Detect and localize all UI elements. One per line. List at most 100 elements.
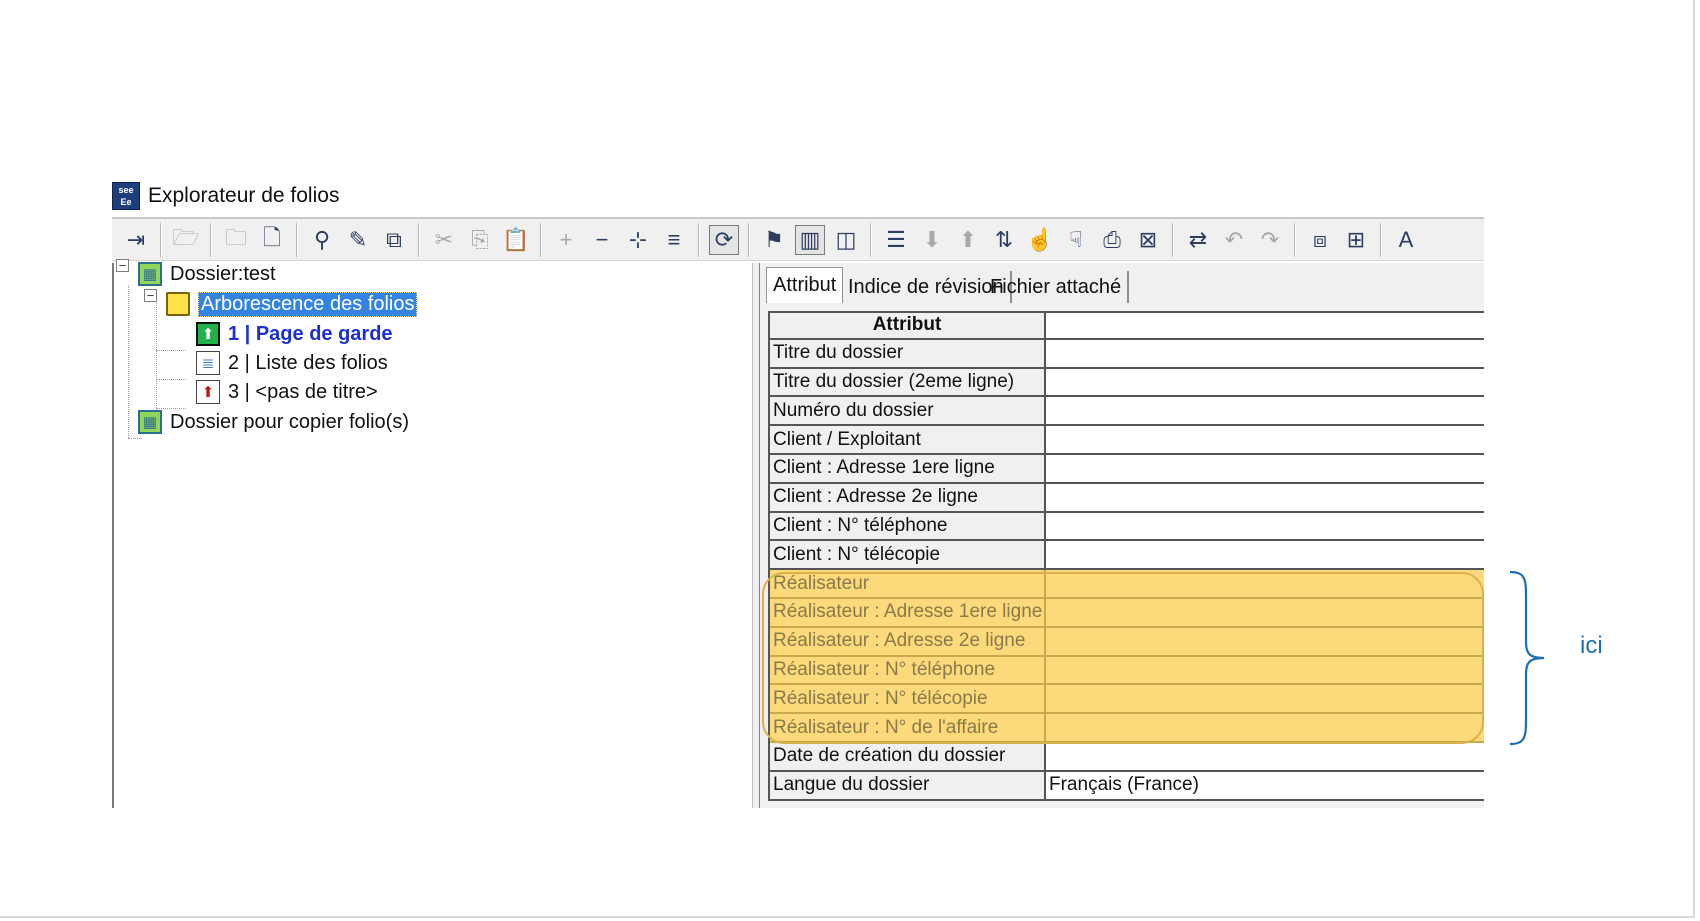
attribute-value-cell[interactable]: [1046, 512, 1484, 542]
copy-button[interactable]: ⎘: [465, 225, 495, 255]
minus-button[interactable]: −: [587, 225, 617, 255]
grid-row[interactable]: Date de création du dossier: [770, 742, 1484, 772]
new-page-button[interactable]: 🗋: [257, 225, 287, 255]
paste-button[interactable]: 📋: [501, 225, 531, 255]
sync-icon: ⇄: [1188, 226, 1208, 252]
attribute-name-cell: Réalisateur : N° téléphone: [770, 656, 1046, 686]
attribute-value-cell[interactable]: [1046, 714, 1484, 743]
attribute-value-cell[interactable]: [1046, 397, 1484, 427]
copy-pages-icon: ⧉: [386, 226, 402, 252]
move-down-button[interactable]: ⬇: [917, 225, 947, 255]
columns-view-icon: ▥: [799, 226, 821, 252]
list-indent-button[interactable]: ☰: [881, 225, 911, 255]
hand-up-button[interactable]: ☝: [1025, 225, 1055, 255]
attribute-value-cell[interactable]: [1046, 454, 1484, 484]
redo-icon: ↷: [1260, 226, 1280, 252]
panel-splitter[interactable]: [752, 263, 760, 808]
paste-icon: 📋: [502, 226, 530, 252]
attribute-name-cell: Réalisateur : Adresse 1ere ligne: [770, 598, 1046, 628]
align-icon: ≡: [667, 226, 681, 252]
move-up-button[interactable]: ⬆: [953, 225, 983, 255]
attribute-value-cell[interactable]: [1046, 685, 1484, 715]
tree-node-page-2[interactable]: ≣ 2 | Liste des folios: [196, 348, 388, 378]
grid-row[interactable]: Réalisateur : Adresse 1ere ligne: [770, 598, 1484, 628]
tree-collapse-toggle[interactable]: −: [116, 259, 129, 272]
attribute-value-cell[interactable]: [1046, 656, 1484, 686]
folder-button[interactable]: 🗀: [221, 225, 251, 255]
tab-fichier-attache[interactable]: Fichier attaché: [984, 271, 1130, 303]
tree-node-root[interactable]: ▦ Dossier:test: [138, 259, 276, 289]
font-button[interactable]: A: [1391, 225, 1421, 255]
tree-node-page-3[interactable]: ⬆ 3 | <pas de titre>: [196, 377, 378, 407]
insert-level-button[interactable]: ⊹: [623, 225, 653, 255]
grid-row[interactable]: Client : N° télécopie: [770, 541, 1484, 571]
tree-node-copy-folder[interactable]: ▦ Dossier pour copier folio(s): [138, 407, 409, 437]
grid-row[interactable]: Numéro du dossier: [770, 397, 1484, 427]
attribute-value-cell[interactable]: [1046, 570, 1484, 599]
redo-button[interactable]: ↷: [1255, 225, 1285, 255]
exit-icon: ⇥: [126, 226, 146, 252]
list-indent-icon: ☰: [886, 226, 906, 252]
frame-border-right: [1693, 0, 1695, 918]
export-icon: ⎙: [1103, 226, 1121, 252]
attribute-value-cell[interactable]: [1046, 742, 1484, 772]
attribute-value-cell[interactable]: [1046, 483, 1484, 513]
delete-list-icon: ⊠: [1138, 226, 1158, 252]
document-copy-button[interactable]: ⧈: [1305, 225, 1335, 255]
attribute-value-cell[interactable]: [1046, 598, 1484, 628]
open-folder-button[interactable]: 🗁: [171, 225, 201, 255]
toolbar-separator: [540, 222, 542, 257]
tree-node-label: Dossier:test: [170, 262, 276, 285]
delete-list-button[interactable]: ⊠: [1133, 225, 1163, 255]
sync-button[interactable]: ⇄: [1183, 225, 1213, 255]
tree-collapse-toggle[interactable]: −: [144, 289, 157, 302]
align-button[interactable]: ≡: [659, 225, 689, 255]
tree-node-page-1[interactable]: ⬆ 1 | Page de garde: [196, 319, 393, 349]
plus-button[interactable]: +: [551, 225, 581, 255]
document-settings-button[interactable]: ⊞: [1341, 225, 1371, 255]
export-button[interactable]: ⎙: [1097, 225, 1127, 255]
app-icon: see Ee: [112, 182, 140, 210]
grid-row[interactable]: Titre du dossier: [770, 339, 1484, 369]
grid-row[interactable]: Client : Adresse 1ere ligne: [770, 454, 1484, 484]
hand-down-button[interactable]: ☟: [1061, 225, 1091, 255]
copy-pages-button[interactable]: ⧉: [379, 225, 409, 255]
attribute-value-cell[interactable]: [1046, 541, 1484, 571]
exit-button[interactable]: ⇥: [121, 225, 151, 255]
attribute-value-cell[interactable]: [1046, 368, 1484, 398]
dossier-icon: ▦: [138, 410, 162, 434]
cut-button[interactable]: ✂: [429, 225, 459, 255]
grid-row[interactable]: Titre du dossier (2eme ligne): [770, 368, 1484, 398]
column-header-attribut[interactable]: Attribut: [770, 311, 1046, 340]
grid-row[interactable]: Langue du dossier Français (France): [770, 771, 1484, 801]
attribute-value-cell[interactable]: [1046, 426, 1484, 455]
split-view-button[interactable]: ◫: [831, 225, 861, 255]
grid-header: Attribut: [770, 311, 1484, 340]
grid-row[interactable]: Réalisateur : N° télécopie: [770, 685, 1484, 715]
grid-row[interactable]: Client : N° téléphone: [770, 512, 1484, 542]
grid-row[interactable]: Client / Exploitant: [770, 426, 1484, 455]
search-properties-button[interactable]: ⚲: [307, 225, 337, 255]
undo-button[interactable]: ↶: [1219, 225, 1249, 255]
flag-button[interactable]: ⚑: [759, 225, 789, 255]
attribute-value-cell[interactable]: [1046, 339, 1484, 369]
document-list-icon: ≣: [196, 351, 220, 375]
page-red-icon: ⬆: [196, 380, 220, 404]
grid-row[interactable]: Réalisateur: [770, 570, 1484, 599]
sort-button[interactable]: ⇅: [989, 225, 1019, 255]
columns-view-button[interactable]: ▥: [795, 224, 825, 255]
folder-icon: [166, 292, 190, 316]
tree-node-label: 2 | Liste des folios: [228, 351, 388, 374]
refresh-button[interactable]: ⟳: [709, 224, 739, 255]
grid-row[interactable]: Réalisateur : Adresse 2e ligne: [770, 627, 1484, 657]
grid-row[interactable]: Client : Adresse 2e ligne: [770, 483, 1484, 513]
grid-row[interactable]: Réalisateur : N° de l'affaire: [770, 714, 1484, 743]
tree-node-folder[interactable]: Arborescence des folios: [166, 289, 418, 319]
window-title: Explorateur de folios: [148, 184, 340, 207]
move-down-icon: ⬇: [922, 226, 942, 252]
attribute-value-cell[interactable]: [1046, 627, 1484, 657]
grid-row[interactable]: Réalisateur : N° téléphone: [770, 656, 1484, 686]
attribute-value-cell[interactable]: Français (France): [1046, 771, 1484, 801]
edit-list-button[interactable]: ✎: [343, 225, 373, 255]
tab-attribut[interactable]: Attribut: [766, 267, 844, 303]
